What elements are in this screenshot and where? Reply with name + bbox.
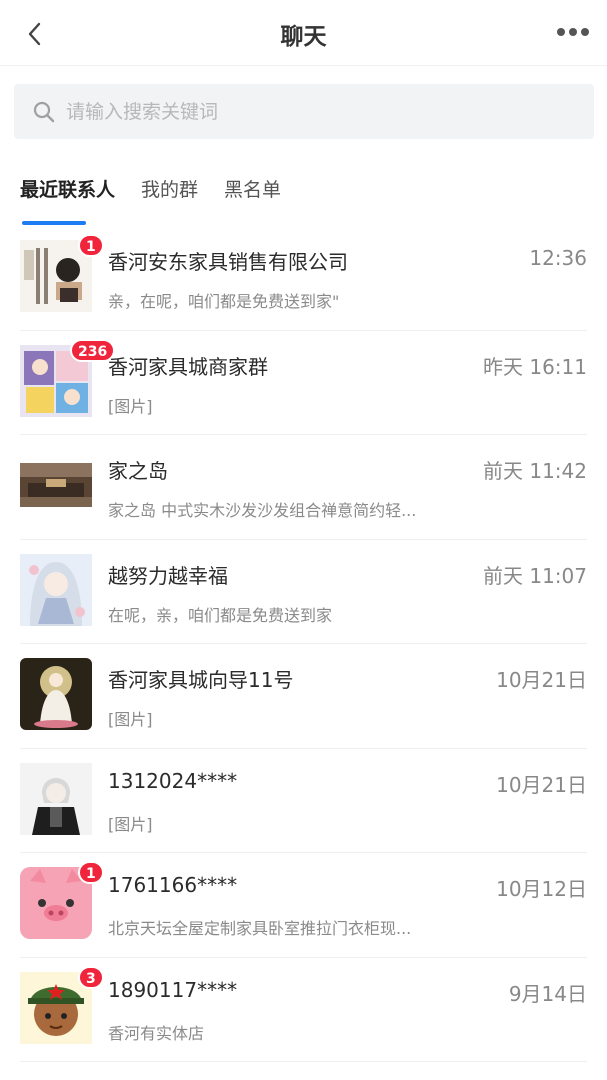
avatar: 1 — [20, 861, 104, 939]
unread-badge: 1 — [78, 234, 104, 257]
tab-my-groups[interactable]: 我的群 — [141, 172, 198, 228]
chat-time: 12:36 — [529, 246, 587, 270]
chat-time: 前天 11:07 — [483, 563, 587, 588]
search-input[interactable] — [66, 100, 546, 123]
anime-boy-avatar-icon — [20, 762, 92, 835]
chat-row[interactable]: 236 香河家具城商家群 昨天 16:11 [图片] — [20, 331, 587, 435]
chat-row[interactable]: 越努力越幸福 前天 11:07 在呢，亲，咱们都是免费送到家 — [20, 540, 587, 644]
active-tab-indicator — [22, 221, 86, 225]
avatar: 236 — [20, 338, 116, 417]
chat-preview: 家之岛 中式实木沙发沙发组合禅意简约轻... — [108, 501, 417, 520]
chat-time: 10月21日 — [496, 668, 587, 692]
more-options-button[interactable] — [553, 18, 593, 46]
tab-recent-contacts[interactable]: 最近联系人 — [20, 172, 115, 228]
chat-preview: 亲，在呢，咱们都是免费送到家" — [108, 292, 340, 311]
avatar — [20, 762, 92, 835]
chat-row[interactable]: 家之岛 前天 11:42 家之岛 中式实木沙发沙发组合禅意简约轻... — [20, 435, 587, 540]
living-room-avatar-icon — [20, 449, 92, 521]
anime-girl-avatar-icon — [20, 553, 92, 626]
chat-row[interactable]: 1312024**** 10月21日 [图片] — [20, 749, 587, 853]
chat-row[interactable]: 3 1890117**** 9月14日 香河有实体店 — [20, 958, 587, 1062]
top-nav-bar: 聊天 — [0, 0, 607, 66]
unread-badge: 1 — [78, 861, 104, 884]
tab-blacklist[interactable]: 黑名单 — [224, 172, 281, 228]
chat-preview: 香河有实体店 — [108, 1023, 205, 1043]
chat-row[interactable]: 1 香河安东家具销售有限公司 12:36 亲，在呢，咱们都是免费送到家" — [20, 226, 587, 331]
chat-name: 越努力越幸福 — [108, 563, 228, 588]
chat-row[interactable]: 1 1761166**** 10月12日 北京天坛全屋定制家具卧室推拉门衣柜现.… — [20, 853, 587, 958]
chat-name: 1890117**** — [108, 977, 238, 1002]
avatar — [20, 553, 92, 626]
chat-list: 1 香河安东家具销售有限公司 12:36 亲，在呢，咱们都是免费送到家" 236… — [0, 226, 607, 1062]
search-bar[interactable] — [14, 84, 594, 139]
chat-preview: [图片] — [108, 396, 153, 416]
unread-badge: 3 — [78, 965, 104, 989]
chat-name: 1312024**** — [108, 768, 238, 793]
tab-bar: 最近联系人 我的群 黑名单 — [20, 172, 307, 228]
chat-preview: 北京天坛全屋定制家具卧室推拉门衣柜现... — [108, 919, 412, 938]
chat-time: 10月12日 — [496, 877, 587, 901]
page-title: 聊天 — [280, 24, 327, 50]
avatar: 3 — [20, 965, 104, 1044]
chat-name: 香河家具城向导11号 — [108, 668, 294, 692]
chat-preview: [图片] — [108, 814, 153, 834]
chat-name: 香河安东家具销售有限公司 — [108, 250, 348, 274]
chat-name: 家之岛 — [108, 459, 168, 483]
chat-preview: 在呢，亲，咱们都是免费送到家 — [108, 605, 333, 625]
avatar — [20, 449, 92, 521]
guanyin-avatar-icon — [20, 658, 92, 730]
chat-name: 1761166**** — [108, 873, 238, 897]
more-dots-icon — [557, 28, 589, 36]
search-icon — [33, 101, 55, 122]
chat-time: 10月21日 — [496, 772, 587, 797]
chat-row[interactable]: 香河家具城向导11号 10月21日 [图片] — [20, 644, 587, 749]
avatar: 1 — [20, 234, 104, 312]
chat-name: 香河家具城商家群 — [108, 354, 268, 379]
chat-time: 前天 11:42 — [483, 459, 587, 483]
chat-time: 昨天 16:11 — [483, 354, 587, 379]
chat-time: 9月14日 — [508, 981, 587, 1006]
chat-preview: [图片] — [108, 710, 153, 729]
avatar — [20, 658, 92, 730]
